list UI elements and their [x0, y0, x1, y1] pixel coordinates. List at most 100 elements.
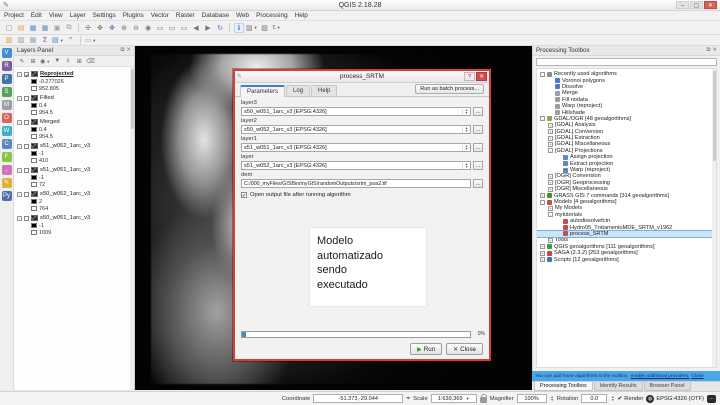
- identify-features-icon[interactable]: ℹ: [234, 23, 244, 33]
- spin-arrows-icon[interactable]: ▲▼: [462, 109, 468, 115]
- layer-item[interactable]: −Merged: [17, 118, 134, 126]
- spin-arrows-icon[interactable]: ▲▼: [462, 163, 468, 169]
- tab-log[interactable]: Log: [286, 85, 310, 96]
- dem-file-input[interactable]: C:/000_myFiles/GISBin/myGIS/randomOutput…: [241, 179, 471, 188]
- expand-icon[interactable]: +: [548, 238, 553, 243]
- enable-providers-link[interactable]: enable additional providers.: [631, 374, 690, 379]
- maximize-button[interactable]: ▢: [690, 1, 703, 9]
- open-output-checkbox[interactable]: ✔: [241, 192, 247, 198]
- layer-visibility-checkbox[interactable]: ✔: [24, 72, 29, 77]
- menu-project[interactable]: Project: [4, 12, 24, 19]
- render-checkbox[interactable]: ✔Render: [617, 396, 643, 402]
- layer3-browse-button[interactable]: …: [473, 107, 483, 116]
- expand-icon[interactable]: -: [548, 212, 553, 217]
- minimize-button[interactable]: –: [676, 1, 689, 9]
- menu-database[interactable]: Database: [202, 12, 229, 19]
- notification-close-link[interactable]: Close: [691, 374, 703, 379]
- tab-parameters[interactable]: Parameters: [240, 85, 285, 97]
- menu-plugins[interactable]: Plugins: [123, 12, 144, 19]
- expand-icon[interactable]: -: [548, 148, 553, 153]
- open-output-checkbox-row[interactable]: ✔ Open output file after running algorit…: [241, 192, 483, 198]
- expand-icon[interactable]: +: [540, 244, 545, 249]
- expand-icon[interactable]: +: [548, 206, 553, 211]
- crs-status-button[interactable]: ◍ EPSG:4326 (OTF): [646, 395, 704, 403]
- composer-manager-icon[interactable]: ⧉: [64, 23, 74, 33]
- dropdown-caret-icon[interactable]: ▼: [60, 38, 64, 43]
- magnifier-spinner[interactable]: 100%: [517, 394, 547, 403]
- dropdown-caret-icon[interactable]: ▼: [46, 59, 50, 64]
- menu-layer[interactable]: Layer: [70, 12, 86, 19]
- expand-icon[interactable]: +: [548, 136, 553, 141]
- dock-tab-identify-results[interactable]: Identify Results: [594, 382, 643, 391]
- expand-icon[interactable]: +: [540, 193, 545, 198]
- layer2-browse-button[interactable]: …: [473, 125, 483, 134]
- rotation-spinner[interactable]: 0.0: [581, 394, 607, 403]
- expand-icon[interactable]: +: [548, 129, 553, 134]
- panel-float-icon[interactable]: ⧉: [706, 47, 710, 54]
- expand-icon[interactable]: +: [540, 257, 545, 262]
- layer-item[interactable]: −Filled: [17, 94, 134, 102]
- expand-icon[interactable]: +: [548, 123, 553, 128]
- add-mssql-layer-icon[interactable]: M: [2, 100, 12, 110]
- magnifier-spin-arrows[interactable]: ▲▼: [551, 396, 554, 402]
- add-raster-layer-icon[interactable]: R: [2, 61, 12, 71]
- zoom-next-icon[interactable]: ▶: [203, 23, 213, 33]
- deselect-features-icon[interactable]: ▧: [260, 23, 270, 33]
- open-layer-styling-icon[interactable]: ✎: [18, 57, 26, 65]
- tab-help[interactable]: Help: [311, 85, 337, 96]
- run-button[interactable]: ▶Run: [410, 343, 442, 355]
- close-button[interactable]: ✕: [704, 1, 717, 9]
- scale-combobox[interactable]: 1:639,369▼: [431, 394, 477, 403]
- layer-visibility-checkbox[interactable]: [24, 96, 29, 101]
- zoom-out-icon[interactable]: ⊖: [131, 23, 141, 33]
- dialog-close-button[interactable]: ✕: [476, 72, 487, 81]
- pan-map-icon[interactable]: ✥: [95, 23, 105, 33]
- layer-visibility-checkbox[interactable]: [24, 144, 29, 149]
- layer1-browse-button[interactable]: …: [473, 143, 483, 152]
- lock-scale-icon[interactable]: [480, 397, 487, 403]
- add-vector-layer-icon[interactable]: V: [2, 48, 12, 58]
- layer-item[interactable]: −✔Reprojected: [17, 70, 134, 78]
- new-composer-icon[interactable]: ▣: [52, 23, 62, 33]
- algorithm-tree-item[interactable]: +Scripts [12 geoalgorithms]: [537, 256, 716, 262]
- layer-visibility-checkbox[interactable]: [24, 168, 29, 173]
- menu-help[interactable]: Help: [295, 12, 308, 19]
- expand-icon[interactable]: -: [540, 200, 545, 205]
- add-delimited-text-icon[interactable]: ,: [2, 165, 12, 175]
- toolbox-search-input[interactable]: [536, 58, 717, 66]
- menu-edit[interactable]: Edit: [31, 12, 42, 19]
- menu-web[interactable]: Web: [236, 12, 249, 19]
- layer-visibility-checkbox[interactable]: [24, 120, 29, 125]
- zoom-to-layer-icon[interactable]: ▭: [179, 23, 189, 33]
- toolbox-scrollbar[interactable]: [712, 69, 716, 367]
- field-calculator-icon[interactable]: ▤▼: [52, 35, 64, 45]
- expand-icon[interactable]: -: [540, 116, 545, 121]
- expand-icon[interactable]: −: [17, 144, 22, 149]
- expand-icon[interactable]: −: [17, 168, 22, 173]
- panel-close-icon[interactable]: ✕: [712, 47, 717, 54]
- statistics-icon[interactable]: Σ: [40, 35, 50, 45]
- layer-browse-button[interactable]: …: [473, 161, 483, 170]
- run-as-batch-button[interactable]: Run as batch process...: [415, 84, 484, 94]
- dock-tab-processing-toolbox[interactable]: Processing Toolbox: [534, 382, 593, 391]
- dem-browse-button[interactable]: …: [473, 179, 483, 188]
- expand-icon[interactable]: −: [17, 72, 22, 77]
- layer-combobox[interactable]: s51_w052_1arc_v3 [EPSG:4326]▲▼: [241, 161, 471, 170]
- menu-settings[interactable]: Settings: [93, 12, 116, 19]
- touch-zoom-icon[interactable]: ✣: [83, 23, 93, 33]
- dialog-close-action-button[interactable]: ✕Close: [446, 343, 483, 355]
- select-by-expression-icon[interactable]: ε▼: [272, 23, 282, 33]
- filter-by-expression-icon[interactable]: ε: [64, 57, 72, 65]
- expand-icon[interactable]: +: [540, 251, 545, 256]
- add-wfs-layer-icon[interactable]: F: [2, 152, 12, 162]
- extent-toggle-icon[interactable]: ⌖: [406, 395, 410, 403]
- zoom-native-icon[interactable]: ◉: [143, 23, 153, 33]
- layer1-combobox[interactable]: s51_w051_1arc_v3 [EPSG:4326]▲▼: [241, 143, 471, 152]
- remove-layer-icon[interactable]: ⌫: [86, 57, 94, 65]
- save-project-as-icon[interactable]: ▦: [40, 23, 50, 33]
- zoom-in-icon[interactable]: ⊕: [119, 23, 129, 33]
- add-postgis-layer-icon[interactable]: P: [2, 74, 12, 84]
- expand-all-icon[interactable]: ⊞: [75, 57, 83, 65]
- copy-style-icon[interactable]: ▧: [4, 35, 14, 45]
- dropdown-caret-icon[interactable]: ▼: [254, 25, 258, 30]
